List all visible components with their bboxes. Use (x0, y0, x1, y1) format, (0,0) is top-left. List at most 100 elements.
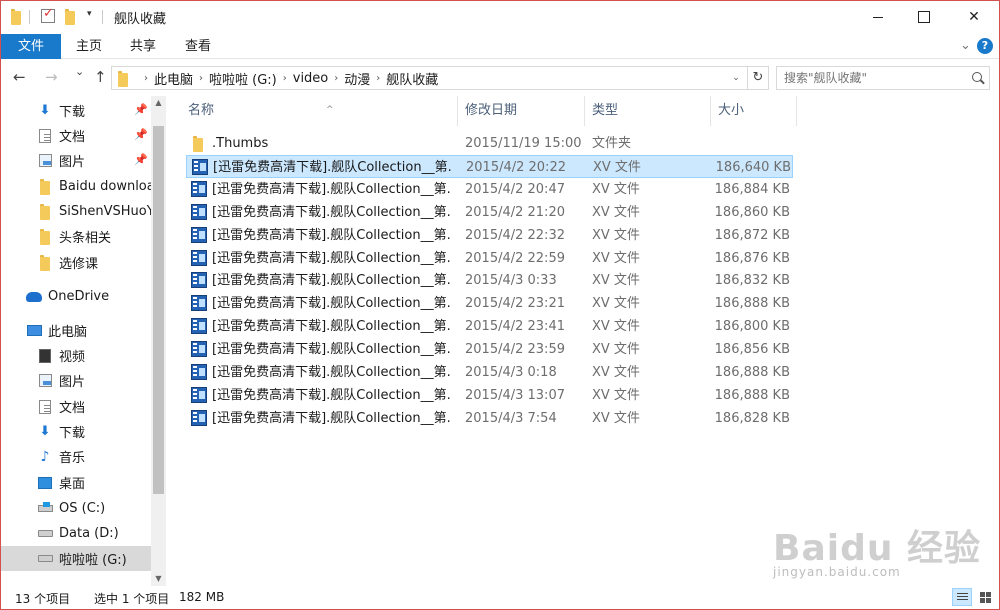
sidebar-item-onedrive[interactable]: OneDrive (1, 284, 151, 309)
breadcrumb-separator-icon[interactable]: › (334, 73, 338, 84)
tab-view[interactable]: 查看 (174, 34, 222, 59)
file-size (712, 132, 790, 155)
sidebar-item-label: Data (D:) (59, 526, 119, 541)
search-input[interactable] (776, 66, 990, 90)
file-name: [迅雷免费高清下载].舰队Collection__第... (212, 273, 452, 289)
large-icons-view-icon[interactable] (975, 588, 995, 606)
file-type: XV 文件 (592, 410, 640, 426)
table-row[interactable]: [迅雷免费高清下载].舰队Collection__第... 2015/4/3 0:… (186, 361, 793, 384)
table-row[interactable]: [迅雷免费高清下载].舰队Collection__第... 2015/4/2 22… (186, 247, 793, 270)
new-folder-icon[interactable] (65, 8, 75, 26)
table-row[interactable]: .Thumbs 2015/11/19 15:00 文件夹 (186, 132, 793, 155)
breadcrumb-separator-icon[interactable]: › (376, 73, 380, 84)
selection-size: 182 MB (179, 590, 225, 604)
sidebar-item-documents[interactable]: 文档 (1, 123, 151, 148)
help-icon[interactable]: ? (977, 38, 993, 54)
column-header-type[interactable]: 类型 (585, 96, 711, 126)
address-bar[interactable]: › 此电脑 › 啦啦啦 (G:) › video › 动漫 › 舰队收藏 ⌄ ↻ (111, 66, 769, 90)
recent-locations-chevron-icon[interactable]: ⌄ (75, 65, 84, 78)
pin-icon[interactable]: 📌 (134, 103, 148, 116)
sidebar-item-this-pc[interactable]: 此电脑 (1, 318, 151, 343)
refresh-icon[interactable]: ↻ (747, 67, 768, 89)
breadcrumb-drive-g[interactable]: 啦啦啦 (G:) (209, 69, 277, 88)
breadcrumb-current-folder[interactable]: 舰队收藏 (386, 69, 438, 88)
breadcrumb-anime[interactable]: 动漫 (344, 69, 370, 88)
drive-icon (37, 526, 53, 542)
sidebar-item-desktop[interactable]: 桌面 (1, 470, 151, 495)
sidebar-item-videos[interactable]: 视频 (1, 343, 151, 368)
table-row[interactable]: [迅雷免费高清下载].舰队Collection__第... 2015/4/2 21… (186, 201, 793, 224)
column-header-label: 名称 (188, 103, 215, 118)
file-date-modified: 2015/4/2 22:32 (465, 227, 565, 243)
music-icon: ♪ (40, 448, 50, 465)
sidebar-item-pc-pictures[interactable]: 图片 (1, 368, 151, 393)
sidebar-item-downloads[interactable]: ⬇ 下载 (1, 98, 151, 123)
forward-arrow-icon[interactable]: → (45, 68, 58, 86)
watermark-site: jingyan.baidu.com (773, 565, 901, 579)
file-type: XV 文件 (592, 342, 640, 358)
table-row[interactable]: [迅雷免费高清下载].舰队Collection__第... 2015/4/2 22… (186, 224, 793, 247)
column-header-date[interactable]: 修改日期 (458, 96, 585, 126)
column-header-name[interactable]: 名称 ^ (181, 96, 458, 126)
close-button[interactable]: ✕ (951, 1, 997, 33)
sidebar-item-pc-downloads[interactable]: ⬇ 下载 (1, 419, 151, 444)
file-type: XV 文件 (592, 181, 640, 197)
scroll-up-chevron-icon[interactable]: ▲ (151, 96, 166, 110)
scrollbar-thumb[interactable] (153, 126, 164, 494)
maximize-button[interactable] (901, 1, 947, 33)
tab-home[interactable]: 主页 (65, 34, 113, 59)
sidebar-item-label: 下载 (59, 426, 86, 441)
sidebar-item-music[interactable]: ♪ 音乐 (1, 444, 151, 469)
xv-file-icon (191, 295, 207, 312)
os-drive-icon (37, 501, 53, 517)
table-row[interactable]: [迅雷免费高清下载].舰队Collection__第... 2015/4/2 23… (186, 338, 793, 361)
quick-access-folder-icon[interactable] (11, 8, 21, 26)
table-row[interactable]: [迅雷免费高清下载].舰队Collection__第... 2015/4/3 0:… (186, 269, 793, 292)
table-row[interactable]: [迅雷免费高清下载].舰队Collection__第... 2015/4/2 20… (186, 154, 793, 178)
sidebar-item-pc-documents[interactable]: 文档 (1, 394, 151, 419)
minimize-button[interactable] (855, 1, 901, 33)
details-view-icon[interactable] (952, 588, 972, 606)
sidebar-item-toutiao[interactable]: 头条相关 (1, 224, 151, 249)
breadcrumb-this-pc[interactable]: 此电脑 (154, 69, 193, 88)
tab-file[interactable]: 文件 (1, 34, 61, 59)
sidebar-item-drive-d[interactable]: Data (D:) (1, 521, 151, 546)
sidebar-scrollbar[interactable]: ▲ ▼ (151, 96, 166, 586)
breadcrumb-video[interactable]: video (293, 71, 329, 86)
file-size: 186,856 KB (714, 342, 790, 358)
pin-icon[interactable]: 📌 (134, 128, 148, 141)
file-size: 186,872 KB (714, 227, 790, 243)
scroll-down-chevron-icon[interactable]: ▼ (151, 572, 166, 586)
file-name: [迅雷免费高清下载].舰队Collection__第... (212, 250, 452, 266)
address-history-chevron-icon[interactable]: ⌄ (726, 67, 746, 89)
table-row[interactable]: [迅雷免费高清下载].舰队Collection__第... 2015/4/2 23… (186, 315, 793, 338)
ribbon-tabs: 文件 主页 共享 查看 ⌄ ? (1, 34, 999, 59)
back-arrow-icon[interactable]: ← (13, 68, 26, 86)
customize-toolbar-chevron-icon[interactable]: ▾ (87, 9, 92, 19)
pin-icon[interactable]: 📌 (134, 153, 148, 166)
up-arrow-icon[interactable]: ↑ (94, 68, 107, 86)
sidebar-item-electives[interactable]: 选修课 (1, 250, 151, 275)
breadcrumb-separator-icon[interactable]: › (283, 73, 287, 84)
file-name: [迅雷免费高清下载].舰队Collection__第... (212, 227, 452, 243)
item-count: 13 个项目 (15, 592, 71, 606)
table-row[interactable]: [迅雷免费高清下载].舰队Collection__第... 2015/4/3 7:… (186, 407, 793, 430)
properties-icon[interactable] (41, 6, 55, 23)
table-row[interactable]: [迅雷免费高清下载].舰队Collection__第... 2015/4/3 13… (186, 384, 793, 407)
breadcrumb-separator-icon[interactable]: › (199, 73, 203, 84)
sidebar-item-sishen[interactable]: SiShenVSHuoY (1, 199, 151, 224)
tab-share[interactable]: 共享 (119, 34, 167, 59)
sidebar-item-pictures[interactable]: 图片 (1, 148, 151, 173)
folder-icon (37, 228, 53, 245)
column-header-size[interactable]: 大小 (711, 96, 797, 126)
file-type: XV 文件 (593, 159, 641, 175)
search-icon[interactable] (972, 72, 982, 82)
picture-icon (37, 373, 53, 389)
sidebar-item-label: 视频 (59, 350, 86, 365)
expand-ribbon-chevron-icon[interactable]: ⌄ (960, 38, 971, 53)
sidebar-item-drive-g[interactable]: 啦啦啦 (G:) (1, 546, 151, 571)
sidebar-item-drive-c[interactable]: OS (C:) (1, 496, 151, 521)
sidebar-item-baidu-download[interactable]: Baidu download (1, 174, 151, 199)
table-row[interactable]: [迅雷免费高清下载].舰队Collection__第... 2015/4/2 20… (186, 178, 793, 201)
table-row[interactable]: [迅雷免费高清下载].舰队Collection__第... 2015/4/2 23… (186, 292, 793, 315)
